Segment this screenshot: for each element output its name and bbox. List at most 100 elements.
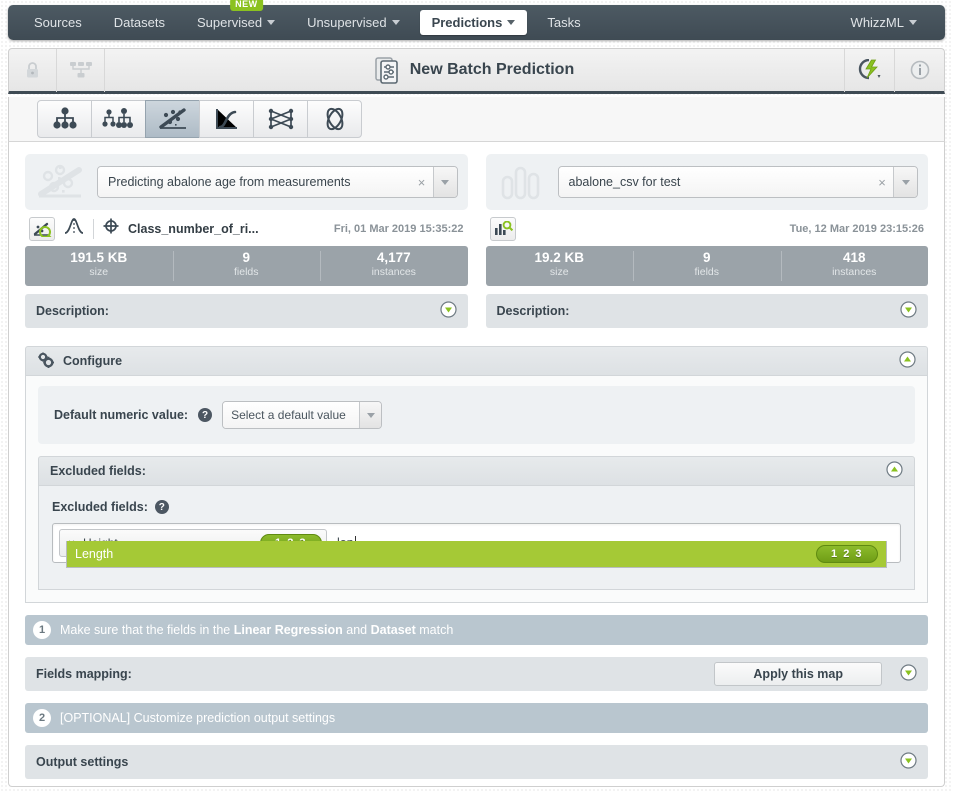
new-badge: NEW [230, 0, 263, 11]
nav-label: Sources [34, 15, 82, 30]
nav-item-whizzml[interactable]: WhizzML [839, 10, 929, 35]
default-numeric-select[interactable]: Select a default value [222, 401, 383, 429]
type-tab-deepnet[interactable] [253, 100, 308, 138]
expand-down-icon[interactable] [900, 752, 917, 772]
stat-key: instances [371, 266, 416, 278]
stat-key: fields [233, 266, 259, 278]
stat-key: instances [832, 266, 877, 278]
linear-regression-large-icon [35, 162, 87, 202]
step-text-bold-dataset: Dataset [370, 623, 416, 637]
configure-body: Default numeric value: ? Select a defaul… [25, 376, 928, 603]
output-settings-label: Output settings [36, 755, 129, 769]
dataset-clear-button[interactable]: × [871, 167, 893, 197]
top-navigation-bar: Sources Datasets NEW Supervised Unsuperv… [8, 0, 945, 40]
dataset-card: abalone_csv for test × Tue, 12 Mar 2019 … [485, 154, 929, 328]
linear-regression-icon [158, 108, 186, 129]
nav-label: Supervised [197, 15, 263, 30]
suggestion-item-length[interactable]: Length 1 2 3 [67, 541, 886, 567]
nav-item-sources[interactable]: Sources [22, 10, 94, 35]
resource-selection-row: Predicting abalone age from measurements… [9, 142, 944, 328]
help-icon[interactable]: ? [198, 408, 213, 422]
linear-regression-search-icon[interactable] [29, 216, 55, 241]
dataset-meta-row: Tue, 12 Mar 2019 23:15:26 [486, 210, 929, 246]
ensemble-icon [101, 108, 133, 128]
dataset-created-date: Tue, 12 Mar 2019 23:15:26 [789, 222, 924, 235]
resource-header: New Batch Prediction [8, 48, 945, 94]
collapse-up-icon[interactable] [886, 461, 903, 481]
type-tab-fusion[interactable] [307, 100, 362, 138]
nav-label: Tasks [547, 15, 581, 30]
step-1-text: Make sure that the fields in the Linear … [60, 623, 453, 637]
excluded-fields-panel-title: Excluded fields: [50, 464, 146, 478]
excluded-fields-input[interactable]: × Height 1 2 3 len Length 1 2 3 [52, 523, 901, 568]
model-description-row[interactable]: Description: [25, 294, 468, 328]
excluded-fields-suggestions: Length 1 2 3 [66, 541, 887, 568]
chevron-down-icon [901, 179, 910, 185]
configure-section-header[interactable]: Configure [25, 346, 928, 376]
chevron-down-icon [441, 179, 449, 185]
expand-down-icon[interactable] [900, 301, 917, 321]
type-tab-logistic-regression[interactable] [199, 100, 254, 138]
objective-field-icon [103, 218, 119, 239]
type-tab-ensemble[interactable] [91, 100, 146, 138]
model-select[interactable]: Predicting abalone age from measurements… [97, 166, 458, 198]
description-label: Description: [36, 304, 109, 318]
fusion-icon [326, 107, 343, 131]
info-button[interactable] [894, 48, 944, 92]
description-label: Description: [496, 304, 570, 318]
actions-menu-button[interactable] [844, 48, 894, 92]
nav-item-datasets[interactable]: Datasets [102, 10, 177, 35]
logistic-regression-icon [215, 109, 237, 129]
nav-label: Predictions [431, 15, 503, 30]
page-body: Predicting abalone age from measurements… [8, 142, 945, 787]
dataset-stats: 19.2 KB size 9 fields 418 instances [485, 246, 929, 286]
model-clear-button[interactable]: × [410, 167, 433, 197]
chevron-down-icon [366, 412, 375, 418]
excluded-fields-panel-header[interactable]: Excluded fields: [38, 456, 915, 486]
nav-item-supervised[interactable]: NEW Supervised [185, 0, 287, 35]
model-meta-row: Class_number_of_ri... Fri, 01 Mar 2019 1… [25, 210, 468, 246]
privacy-lock-button[interactable] [9, 48, 57, 92]
nav-item-predictions[interactable]: Predictions [419, 10, 528, 35]
fields-mapping-row: Fields mapping: Apply this map [25, 657, 928, 691]
stat-value: 4,177 [376, 250, 411, 265]
nav-item-tasks[interactable]: Tasks [535, 10, 592, 35]
dataset-search-icon[interactable] [489, 216, 516, 241]
model-select-value: Predicting abalone age from measurements [98, 167, 411, 197]
model-created-date: Fri, 01 Mar 2019 15:35:22 [333, 222, 464, 235]
lightning-actions-icon [858, 59, 880, 80]
dataset-selector-row: abalone_csv for test × [485, 154, 928, 210]
share-button[interactable] [57, 48, 105, 92]
excluded-fields-panel-body: Excluded fields: ? × Height 1 2 3 len Le… [38, 486, 915, 590]
dataset-large-icon [496, 162, 548, 202]
dataset-select-arrow[interactable] [893, 167, 917, 197]
step-text-part: Make sure that the fields in the [60, 623, 234, 637]
collapse-up-icon[interactable] [899, 351, 916, 371]
configure-title: Configure [63, 354, 123, 368]
type-tab-linear-regression[interactable] [145, 100, 200, 138]
divider [93, 218, 94, 239]
default-numeric-label: Default numeric value: [54, 408, 189, 422]
nav-item-unsupervised[interactable]: Unsupervised [295, 10, 412, 35]
dataset-description-row[interactable]: Description: [485, 294, 928, 328]
model-type-toolbar [8, 97, 945, 142]
model-select-arrow[interactable] [432, 167, 457, 197]
model-selector-row: Predicting abalone age from measurements… [25, 154, 468, 210]
output-settings-row[interactable]: Output settings [25, 745, 928, 779]
type-tab-model[interactable] [37, 100, 92, 138]
expand-down-icon[interactable] [900, 664, 917, 684]
dataset-select[interactable]: abalone_csv for test × [557, 166, 918, 198]
step-number: 2 [33, 709, 51, 727]
model-icon [52, 107, 77, 129]
stat-value: 418 [842, 250, 866, 265]
stat-instances: 418 instances [780, 246, 929, 286]
apply-this-map-button[interactable]: Apply this map [714, 662, 882, 686]
chevron-down-icon [909, 20, 917, 25]
help-icon[interactable]: ? [154, 500, 169, 514]
distribution-icon[interactable] [64, 217, 84, 240]
gears-icon [37, 352, 55, 371]
expand-down-icon[interactable] [439, 301, 457, 321]
default-numeric-arrow[interactable] [359, 402, 382, 428]
model-stats: 191.5 KB size 9 fields 4,177 instances [25, 246, 468, 286]
stat-size: 19.2 KB size [486, 246, 634, 286]
